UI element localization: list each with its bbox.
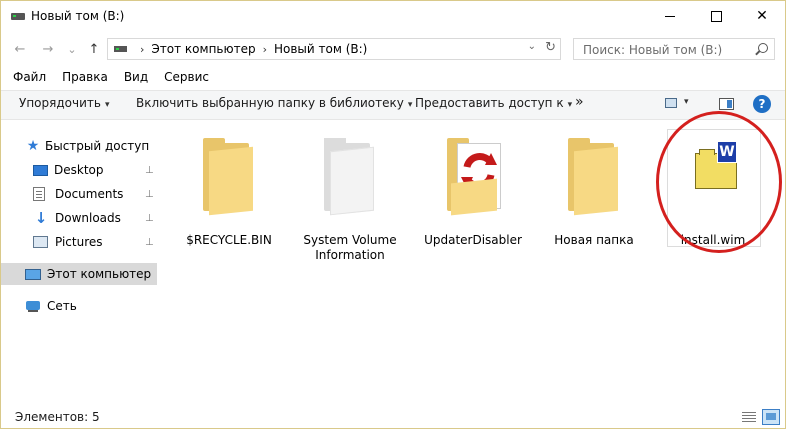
- sidebar-item-label: Этот компьютер: [47, 267, 152, 281]
- window-title: Новый том (B:): [31, 9, 125, 23]
- sidebar-item-label: Быстрый доступ: [45, 139, 150, 153]
- arrow-left-icon: ←: [14, 41, 26, 57]
- breadcrumb-separator: ›: [140, 42, 145, 56]
- file-name: $RECYCLE.BIN: [186, 233, 272, 247]
- maximize-button[interactable]: [693, 1, 739, 31]
- chevron-down-icon: ⌄: [67, 42, 77, 56]
- arrow-up-icon: ↑: [88, 41, 100, 57]
- sidebar-item-quick-access[interactable]: ★ Быстрый доступ: [25, 135, 149, 157]
- network-icon: [25, 300, 41, 313]
- breadcrumb-volume[interactable]: Новый том (B:): [274, 42, 367, 56]
- file-name: UpdaterDisabler: [424, 233, 522, 247]
- search-icon[interactable]: [758, 43, 768, 53]
- share-label: Предоставить доступ к: [415, 96, 564, 110]
- pin-icon[interactable]: ⊥: [145, 213, 154, 224]
- recent-locations-button[interactable]: ⌄: [63, 41, 81, 57]
- breadcrumb-this-pc[interactable]: Этот компьютер: [151, 42, 255, 56]
- include-in-library-button[interactable]: Включить выбранную папку в библиотеку ▾: [136, 96, 412, 110]
- explorer-window: Новый том (B:) ✕ ← → ⌄ ↑ › Этот компьюте…: [0, 0, 786, 429]
- menu-edit[interactable]: Правка: [56, 70, 114, 84]
- command-bar: Упорядочить ▾ Включить выбранную папку в …: [1, 90, 785, 120]
- folder-icon: [197, 131, 261, 216]
- dropdown-arrow-icon: ▾: [104, 100, 110, 110]
- item-count: Элементов: 5: [15, 410, 100, 424]
- dropdown-arrow-icon: ▾: [567, 100, 573, 110]
- file-name: Новая папка: [554, 233, 634, 247]
- arrow-right-icon: →: [42, 41, 54, 57]
- wim-file-icon: W: [681, 131, 745, 211]
- minimize-button[interactable]: [647, 1, 693, 31]
- more-commands-button[interactable]: »: [575, 94, 584, 110]
- file-item-recycle-bin[interactable]: $RECYCLE.BIN: [179, 129, 279, 249]
- include-library-label: Включить выбранную папку в библиотеку: [136, 96, 404, 110]
- sidebar-item-label: Pictures: [55, 235, 103, 249]
- folder-icon: [562, 131, 626, 216]
- star-icon: ★: [26, 138, 40, 154]
- menu-file[interactable]: Файл: [7, 70, 52, 84]
- search-box[interactable]: [573, 38, 775, 60]
- change-view-icon[interactable]: [665, 98, 677, 108]
- sidebar-item-label: Documents: [55, 187, 124, 201]
- sidebar-item-this-pc[interactable]: Этот компьютер: [1, 263, 157, 285]
- file-item-updaterdisabler[interactable]: UpdaterDisabler: [423, 129, 523, 249]
- menu-tools[interactable]: Сервис: [158, 70, 215, 84]
- navigation-bar: ← → ⌄ ↑ › Этот компьютер › Новый том (B:…: [1, 33, 785, 65]
- sidebar-item-network[interactable]: Сеть: [25, 295, 77, 317]
- computer-icon: [25, 268, 41, 280]
- folder-app-icon: [441, 131, 505, 216]
- pictures-icon: [33, 236, 48, 248]
- sidebar-item-downloads[interactable]: ↓ Downloads ⊥: [33, 207, 159, 229]
- sidebar-item-label: Сеть: [47, 299, 77, 313]
- desktop-icon: [33, 164, 48, 176]
- back-button[interactable]: ←: [11, 41, 29, 57]
- view-dropdown-icon[interactable]: ▾: [684, 97, 689, 107]
- drive-icon: [11, 13, 25, 20]
- status-bar: Элементов: 5: [1, 406, 785, 428]
- drive-icon: [114, 46, 127, 52]
- title-bar: Новый том (B:) ✕: [1, 1, 785, 33]
- organize-button[interactable]: Упорядочить ▾: [19, 96, 109, 110]
- file-item-new-folder[interactable]: Новая папка: [544, 129, 644, 249]
- menu-bar: Файл Правка Вид Сервис: [1, 67, 785, 87]
- search-input[interactable]: [581, 40, 755, 60]
- organize-label: Упорядочить: [19, 96, 101, 110]
- sidebar-item-pictures[interactable]: Pictures ⊥: [33, 231, 159, 253]
- sidebar-item-label: Downloads: [55, 211, 121, 225]
- share-with-button[interactable]: Предоставить доступ к ▾: [415, 96, 572, 110]
- file-list: $RECYCLE.BIN System Volume Information U…: [161, 119, 785, 406]
- file-name: System Volume Information: [303, 233, 397, 262]
- large-icons-view-icon[interactable]: [762, 409, 780, 425]
- sidebar-item-desktop[interactable]: Desktop ⊥: [33, 159, 159, 181]
- maximize-icon: [710, 10, 722, 22]
- details-view-icon[interactable]: [741, 410, 757, 424]
- pin-icon[interactable]: ⊥: [145, 165, 154, 176]
- menu-view[interactable]: Вид: [118, 70, 154, 84]
- dropdown-arrow-icon: ▾: [407, 100, 413, 110]
- downloads-icon: ↓: [34, 209, 48, 227]
- pin-icon[interactable]: ⊥: [145, 189, 154, 200]
- refresh-icon[interactable]: ↻: [545, 40, 556, 55]
- file-item-install-wim[interactable]: W install.wim: [663, 129, 763, 249]
- address-bar[interactable]: › Этот компьютер › Новый том (B:) ⌄ ↻: [107, 38, 561, 60]
- file-name: install.wim: [680, 233, 746, 247]
- close-button[interactable]: ✕: [739, 1, 785, 31]
- preview-pane-icon[interactable]: [719, 98, 734, 110]
- up-button[interactable]: ↑: [85, 41, 103, 57]
- forward-button[interactable]: →: [39, 41, 57, 57]
- address-dropdown-icon[interactable]: ⌄: [528, 41, 536, 52]
- file-item-system-volume-information[interactable]: System Volume Information: [300, 129, 400, 262]
- sidebar-item-label: Desktop: [54, 163, 104, 177]
- system-folder-icon: [318, 131, 382, 216]
- pin-icon[interactable]: ⊥: [145, 237, 154, 248]
- help-icon[interactable]: ?: [753, 95, 771, 113]
- sidebar-item-documents[interactable]: Documents ⊥: [33, 183, 159, 205]
- navigation-pane: ★ Быстрый доступ Desktop ⊥ Documents ⊥ ↓…: [1, 119, 159, 406]
- breadcrumb-separator: ›: [262, 42, 267, 56]
- documents-icon: [33, 187, 45, 201]
- minimize-icon: [665, 15, 675, 17]
- wim-badge: W: [717, 141, 737, 163]
- close-icon: ✕: [756, 8, 768, 24]
